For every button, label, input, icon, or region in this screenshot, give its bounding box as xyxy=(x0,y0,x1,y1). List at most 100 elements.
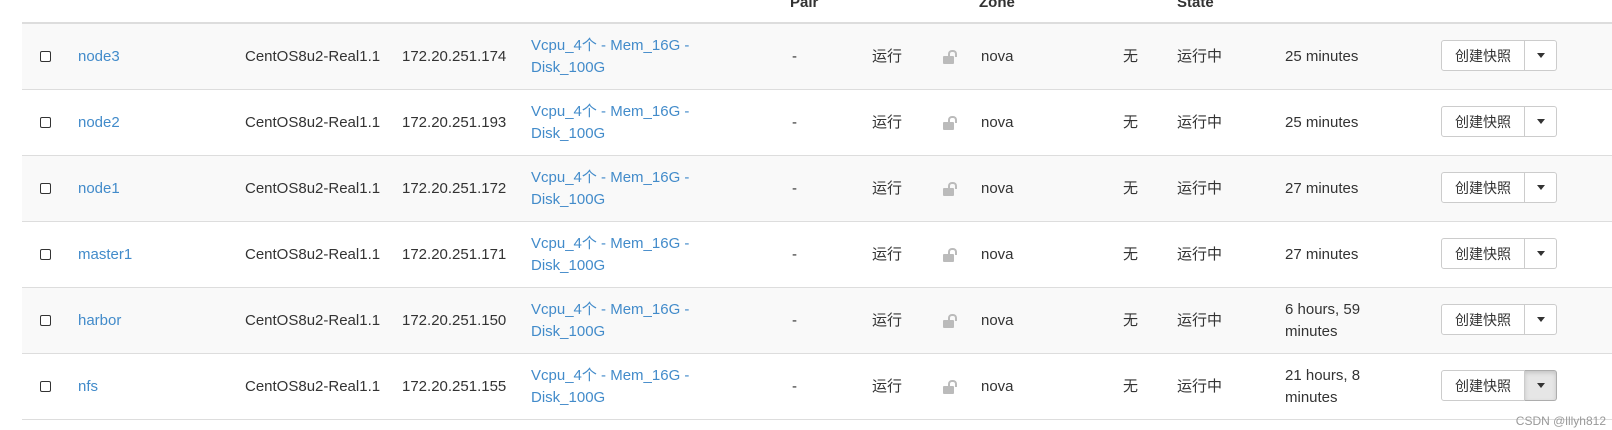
header-pair[interactable]: Pair xyxy=(790,0,818,11)
task-state: 无 xyxy=(1123,377,1139,395)
caret-down-icon xyxy=(1536,383,1545,388)
create-snapshot-button[interactable]: 创建快照 xyxy=(1441,304,1525,335)
instance-status: 运行 xyxy=(872,311,903,329)
lock-cell xyxy=(943,288,963,353)
key-pair: - xyxy=(792,377,797,395)
actions-dropdown-toggle[interactable] xyxy=(1525,370,1557,401)
availability-zone: nova xyxy=(981,47,1014,65)
create-snapshot-button[interactable]: 创建快照 xyxy=(1441,238,1525,269)
row-checkbox[interactable] xyxy=(40,315,51,326)
header-state[interactable]: State xyxy=(1177,0,1214,11)
instance-name-link[interactable]: node1 xyxy=(78,156,228,221)
actions-dropdown-toggle[interactable] xyxy=(1525,238,1557,269)
instance-name-link[interactable]: node2 xyxy=(78,90,228,155)
action-button-group: 创建快照 xyxy=(1441,172,1557,203)
instance-age: 27 minutes xyxy=(1285,179,1359,197)
availability-zone: nova xyxy=(981,311,1014,329)
flavor-link[interactable]: Vcpu_4个 - Mem_16G - Disk_100G xyxy=(531,288,706,353)
task-state: 无 xyxy=(1123,113,1139,131)
row-checkbox[interactable] xyxy=(40,51,51,62)
action-button-group: 创建快照 xyxy=(1441,238,1557,269)
flavor-link[interactable]: Vcpu_4个 - Mem_16G - Disk_100G xyxy=(531,90,706,155)
action-button-group: 创建快照 xyxy=(1441,40,1557,71)
power-state: 运行中 xyxy=(1177,47,1223,65)
actions-dropdown-toggle[interactable] xyxy=(1525,40,1557,71)
create-snapshot-button[interactable]: 创建快照 xyxy=(1441,40,1525,71)
actions-dropdown-toggle[interactable] xyxy=(1525,172,1557,203)
caret-down-icon xyxy=(1536,185,1545,190)
instance-name-link[interactable]: harbor xyxy=(78,288,228,353)
key-pair: - xyxy=(792,47,797,65)
table-row: harbor CentOS8u2-Real1.1 172.20.251.150 … xyxy=(22,288,1612,354)
instance-status: 运行 xyxy=(872,113,903,131)
unlock-icon xyxy=(943,181,957,196)
caret-down-icon xyxy=(1536,119,1545,124)
instance-status: 运行 xyxy=(872,245,903,263)
power-state: 运行中 xyxy=(1177,179,1223,197)
availability-zone: nova xyxy=(981,245,1014,263)
ip-address: 172.20.251.172 xyxy=(402,179,507,197)
create-snapshot-button[interactable]: 创建快照 xyxy=(1441,370,1525,401)
lock-cell xyxy=(943,90,963,155)
table-row: nfs CentOS8u2-Real1.1 172.20.251.155 Vcp… xyxy=(22,354,1612,420)
ip-address: 172.20.251.193 xyxy=(402,113,507,131)
row-checkbox[interactable] xyxy=(40,249,51,260)
table-row: node1 CentOS8u2-Real1.1 172.20.251.172 V… xyxy=(22,156,1612,222)
actions-dropdown-toggle[interactable] xyxy=(1525,304,1557,335)
row-checkbox[interactable] xyxy=(40,183,51,194)
unlock-icon xyxy=(943,379,957,394)
table-row: node2 CentOS8u2-Real1.1 172.20.251.193 V… xyxy=(22,90,1612,156)
availability-zone: nova xyxy=(981,113,1014,131)
ip-address: 172.20.251.150 xyxy=(402,311,507,329)
flavor-link[interactable]: Vcpu_4个 - Mem_16G - Disk_100G xyxy=(531,24,706,89)
unlock-icon xyxy=(943,247,957,262)
ip-address: 172.20.251.171 xyxy=(402,245,507,263)
instance-name-link[interactable]: nfs xyxy=(78,354,228,419)
image-name: CentOS8u2-Real1.1 xyxy=(245,311,381,329)
power-state: 运行中 xyxy=(1177,245,1223,263)
caret-down-icon xyxy=(1536,53,1545,58)
instance-name-link[interactable]: node3 xyxy=(78,24,228,89)
lock-cell xyxy=(943,156,963,221)
flavor-link[interactable]: Vcpu_4个 - Mem_16G - Disk_100G xyxy=(531,156,706,221)
instance-status: 运行 xyxy=(872,47,903,65)
instance-status: 运行 xyxy=(872,179,903,197)
task-state: 无 xyxy=(1123,47,1139,65)
image-name: CentOS8u2-Real1.1 xyxy=(245,245,381,263)
key-pair: - xyxy=(792,245,797,263)
table-header: Pair Zone State xyxy=(22,0,1612,24)
instance-age: 25 minutes xyxy=(1285,47,1359,65)
key-pair: - xyxy=(792,179,797,197)
row-checkbox[interactable] xyxy=(40,381,51,392)
unlock-icon xyxy=(943,115,957,130)
ip-address: 172.20.251.155 xyxy=(402,377,507,395)
row-checkbox[interactable] xyxy=(40,117,51,128)
instance-age: 25 minutes xyxy=(1285,113,1359,131)
caret-down-icon xyxy=(1536,317,1545,322)
flavor-link[interactable]: Vcpu_4个 - Mem_16G - Disk_100G xyxy=(531,222,706,287)
instance-name-link[interactable]: master1 xyxy=(78,222,228,287)
actions-dropdown-toggle[interactable] xyxy=(1525,106,1557,137)
instance-age: 21 hours, 8 minutes xyxy=(1285,366,1361,406)
header-zone[interactable]: Zone xyxy=(979,0,1015,11)
action-button-group: 创建快照 xyxy=(1441,106,1557,137)
table-row: master1 CentOS8u2-Real1.1 172.20.251.171… xyxy=(22,222,1612,288)
unlock-icon xyxy=(943,49,957,64)
create-snapshot-button[interactable]: 创建快照 xyxy=(1441,172,1525,203)
availability-zone: nova xyxy=(981,377,1014,395)
lock-cell xyxy=(943,24,963,89)
ip-address: 172.20.251.174 xyxy=(402,47,507,65)
lock-cell xyxy=(943,354,963,419)
flavor-link[interactable]: Vcpu_4个 - Mem_16G - Disk_100G xyxy=(531,354,706,419)
image-name: CentOS8u2-Real1.1 xyxy=(245,377,381,395)
instance-status: 运行 xyxy=(872,377,903,395)
availability-zone: nova xyxy=(981,179,1014,197)
instance-age: 6 hours, 59 minutes xyxy=(1285,300,1361,340)
instance-age: 27 minutes xyxy=(1285,245,1359,263)
action-button-group: 创建快照 xyxy=(1441,370,1557,401)
create-snapshot-button[interactable]: 创建快照 xyxy=(1441,106,1525,137)
image-name: CentOS8u2-Real1.1 xyxy=(245,47,381,65)
power-state: 运行中 xyxy=(1177,311,1223,329)
task-state: 无 xyxy=(1123,179,1139,197)
action-button-group: 创建快照 xyxy=(1441,304,1557,335)
